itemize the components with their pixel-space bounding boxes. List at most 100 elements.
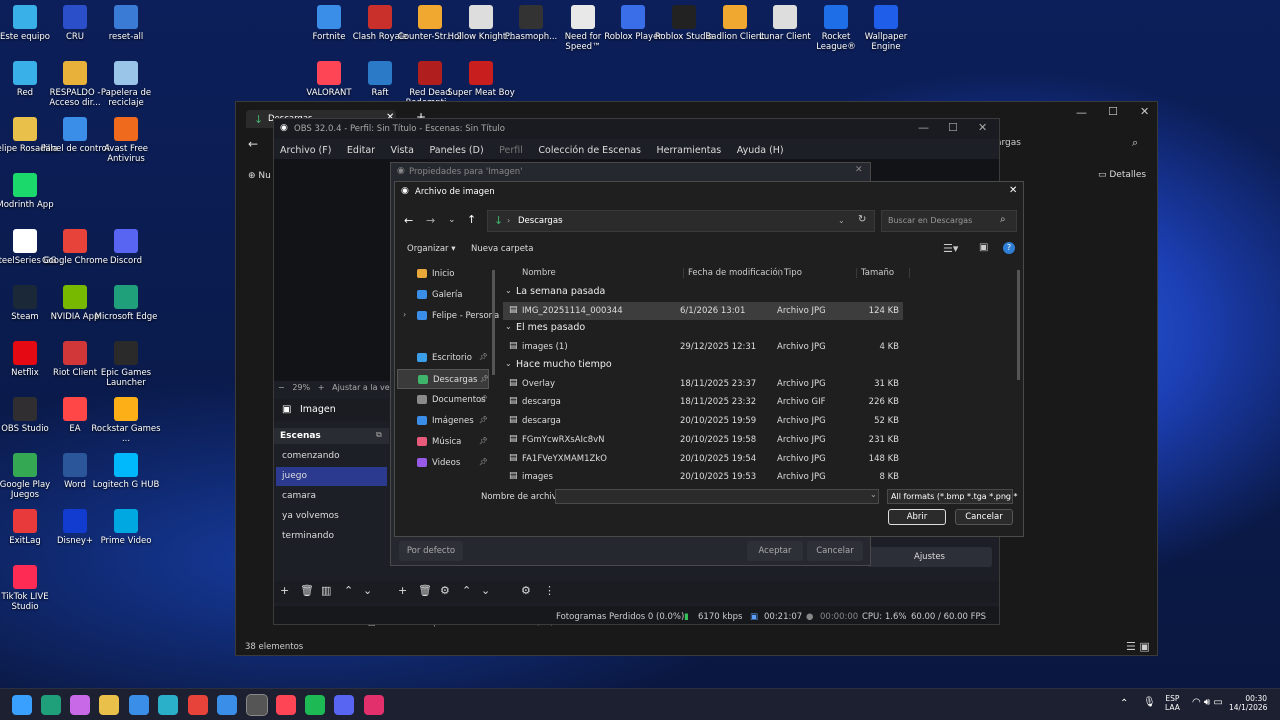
zoom-plus[interactable]: +: [318, 383, 325, 392]
cancel-button[interactable]: Cancelar: [955, 509, 1013, 525]
close-icon[interactable]: ✕: [1140, 105, 1149, 118]
filename-dropdown-icon[interactable]: ⌄: [870, 490, 877, 499]
menu-perfil[interactable]: Perfil: [499, 145, 523, 156]
zoom-controls[interactable]: − 29% + Ajustar a la ve: [278, 383, 390, 392]
file-row[interactable]: ▤ descarga 18/11/2025 23:32 Archivo GIF 226 …: [503, 393, 903, 411]
clock[interactable]: 00:30 14/1/2026: [1229, 694, 1267, 712]
new-item-button[interactable]: ⊕ Nu: [248, 171, 271, 181]
menu-editar[interactable]: Editar: [347, 145, 375, 156]
desktop-icon[interactable]: Wallpaper Engine: [851, 5, 921, 52]
file-row[interactable]: ▤ descarga 20/10/2025 19:59 Archivo JPG 52 K…: [503, 412, 903, 430]
file-row[interactable]: ▤ FA1FVeYXMAM1ZkO 20/10/2025 19:54 Archivo …: [503, 450, 903, 468]
more-icon[interactable]: ⋮: [544, 584, 555, 597]
collapse-chevron-icon[interactable]: ⌄: [505, 359, 512, 368]
add-scene-icon[interactable]: +: [280, 584, 289, 597]
desktop-icon[interactable]: TikTok LIVE Studio: [0, 565, 60, 612]
filter-icon[interactable]: ▥: [321, 584, 331, 597]
group-header[interactable]: ⌄ El mes pasado: [503, 320, 903, 338]
photos-icon[interactable]: [217, 695, 237, 715]
undock-icon[interactable]: ⧉: [376, 430, 382, 440]
file-open-dialog[interactable]: ◉ Archivo de imagen ✕ ← → ⌄ ↑ ↓ › Descar…: [394, 181, 1024, 537]
language-indicator[interactable]: ESP LAA: [1165, 694, 1180, 712]
windows-start-icon[interactable]: [12, 695, 32, 715]
menu-escenas[interactable]: Colección de Escenas: [538, 145, 641, 156]
desktop-icon[interactable]: Rockstar Games ...: [91, 397, 161, 444]
menu-vista[interactable]: Vista: [391, 145, 414, 156]
nav-scrollbar[interactable]: [492, 270, 495, 375]
pin-icon[interactable]: 📌︎: [479, 437, 488, 445]
remove-scene-icon[interactable]: 🗑︎: [300, 584, 314, 597]
desktop-icon[interactable]: Super Meat Boy: [446, 61, 516, 98]
move-down-icon[interactable]: ⌄: [363, 584, 372, 597]
forward-icon[interactable]: →: [426, 214, 435, 227]
col-type[interactable]: Tipo: [779, 268, 802, 278]
collapse-chevron-icon[interactable]: ⌄: [505, 322, 512, 331]
back-icon[interactable]: ←: [404, 214, 413, 227]
group-header[interactable]: ⌄ Hace mucho tiempo: [503, 357, 903, 375]
desktop-icon[interactable]: reset-all: [91, 5, 161, 42]
back-arrow-icon[interactable]: ←: [248, 137, 258, 151]
ajustes-button[interactable]: Ajustes: [867, 547, 992, 567]
discord-icon[interactable]: [334, 695, 354, 715]
nav-item[interactable]: Videos 📌︎: [397, 453, 489, 473]
filename-input[interactable]: ⌄: [555, 489, 879, 504]
desktop-icon[interactable]: Papelera de reciclaje: [91, 61, 161, 108]
file-explorer-icon[interactable]: [99, 695, 119, 715]
props-close-icon[interactable]: ✕: [855, 165, 863, 175]
help-icon[interactable]: ?: [1003, 242, 1015, 254]
accept-button[interactable]: Aceptar: [747, 541, 803, 561]
col-name[interactable]: Nombre: [522, 268, 556, 278]
desktop-icon[interactable]: Epic Games Launcher: [91, 341, 161, 388]
address-path[interactable]: Descargas: [518, 216, 562, 226]
nav-item[interactable]: Documentos 📌︎: [397, 390, 489, 410]
obs-maximize-icon[interactable]: ☐: [948, 121, 958, 134]
view-menu-icon[interactable]: ☰▾: [943, 242, 958, 255]
scene-item[interactable]: juego: [276, 467, 387, 486]
instagram-icon[interactable]: [364, 695, 384, 715]
minimize-icon[interactable]: —: [1076, 106, 1087, 119]
group-header[interactable]: ⌄ La semana pasada: [503, 284, 903, 302]
store-icon[interactable]: [129, 695, 149, 715]
scene-item[interactable]: camara: [276, 487, 387, 506]
desktop-icon[interactable]: Avast Free Antivirus: [91, 117, 161, 164]
mic-icon[interactable]: 🎙︎: [1143, 697, 1156, 708]
scene-item[interactable]: ya volvemos: [276, 507, 387, 526]
cancel-props-button[interactable]: Cancelar: [807, 541, 863, 561]
view-icons[interactable]: ☰ ▣: [1126, 640, 1150, 653]
refresh-icon[interactable]: ↻: [858, 214, 866, 225]
copilot-icon[interactable]: [70, 695, 90, 715]
pin-icon[interactable]: 📌︎: [480, 375, 489, 383]
pin-icon[interactable]: 📌︎: [479, 353, 488, 361]
up-icon[interactable]: ↑: [467, 213, 476, 226]
wifi-icon[interactable]: ◠ 🔊︎ ▭: [1192, 697, 1223, 708]
file-row[interactable]: ▤ IMG_20251114_000344 6/1/2026 13:01 Archiv…: [503, 302, 903, 320]
obs-icon[interactable]: [246, 694, 268, 716]
pin-icon[interactable]: 📌︎: [479, 458, 488, 466]
pin-icon[interactable]: 📌︎: [479, 416, 488, 424]
file-row[interactable]: ▤ images 20/10/2025 19:53 Archivo JPG 8 KB: [503, 468, 903, 486]
file-row[interactable]: ▤ FGmYcwRXsAIc8vN 20/10/2025 19:58 Archivo …: [503, 431, 903, 449]
collapse-chevron-icon[interactable]: ⌄: [505, 286, 512, 295]
recent-icon[interactable]: ⌄: [448, 215, 456, 225]
edge-icon[interactable]: [41, 695, 61, 715]
file-row[interactable]: ▤ Overlay 18/11/2025 23:37 Archivo JPG 31 KB: [503, 375, 903, 393]
spotify-icon[interactable]: [305, 695, 325, 715]
menu-paneles[interactable]: Paneles (D): [429, 145, 483, 156]
col-size[interactable]: Tamaño: [856, 268, 910, 278]
details-button[interactable]: ▭ Detalles: [1098, 170, 1146, 180]
desktop-icon[interactable]: Microsoft Edge: [91, 285, 161, 322]
desktop-icon[interactable]: Discord: [91, 229, 161, 266]
nav-item[interactable]: Inicio: [397, 264, 489, 284]
desktop-icon[interactable]: Prime Video: [91, 509, 161, 546]
search-dialog-input[interactable]: Buscar en Descargas: [888, 216, 972, 225]
remove-source-icon[interactable]: 🗑︎: [418, 584, 432, 597]
address-dropdown-icon[interactable]: ⌄: [838, 216, 845, 225]
preview-pane-icon[interactable]: ▣: [979, 242, 988, 253]
source-up-icon[interactable]: ⌃: [462, 584, 471, 597]
organize-button[interactable]: Organizar ▾: [407, 244, 456, 254]
open-button[interactable]: Abrir: [888, 509, 946, 525]
list-scrollbar[interactable]: [1017, 270, 1020, 380]
new-folder-button[interactable]: Nueva carpeta: [471, 244, 533, 254]
expand-chevron-icon[interactable]: ›: [403, 310, 406, 319]
phone-link-icon[interactable]: [158, 695, 178, 715]
